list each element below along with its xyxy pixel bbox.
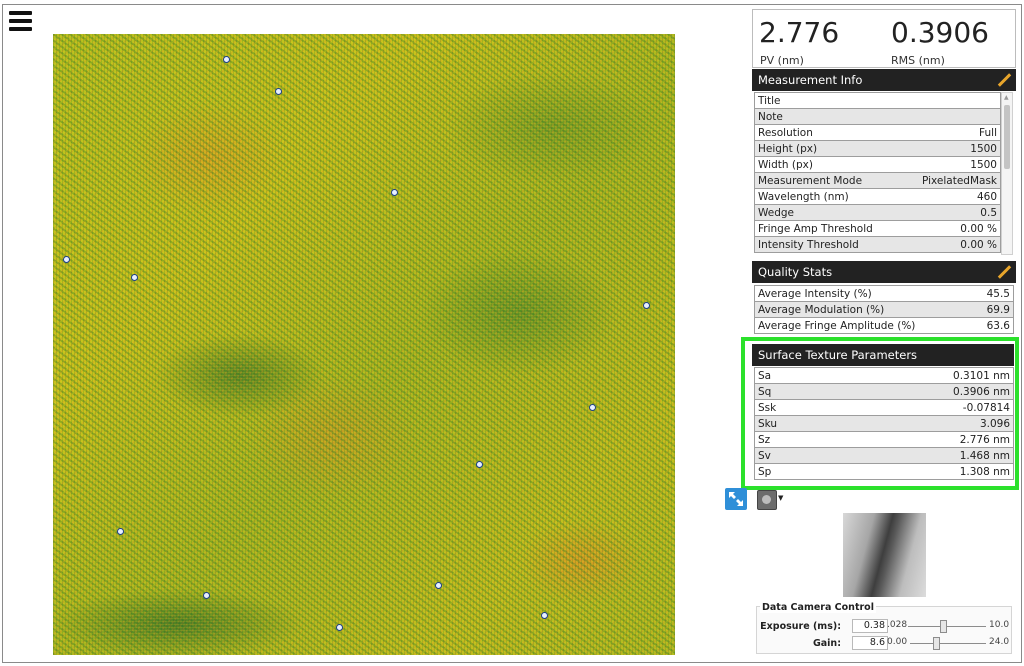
table-row: Average Modulation (%) 69.9 [755,302,1013,318]
defect-marker [203,592,210,599]
defect-marker [117,528,124,535]
table-row: Resolution Full [755,125,1000,141]
gain-slider-track[interactable] [910,643,986,644]
table-row: Width (px) 1500 [755,157,1000,173]
row-label: Measurement Mode [758,174,863,187]
table-row: Wavelength (nm) 460 [755,189,1000,205]
defect-marker [391,189,398,196]
defect-marker [476,461,483,468]
row-value: 69.9 [986,303,1010,316]
row-value: 1500 [970,142,997,155]
exposure-slider-thumb[interactable] [940,620,947,633]
row-value: Full [979,126,997,139]
summary-panel: 2.776 PV (nm) 0.3906 RMS (nm) [752,9,1016,68]
exposure-input[interactable]: 0.38 [852,619,888,633]
defect-marker [131,274,138,281]
row-value: PixelatedMask [921,174,997,187]
quality-stats-title: Quality Stats [758,265,833,279]
quality-stats-header[interactable]: Quality Stats [752,261,1016,283]
hamburger-menu-icon[interactable] [9,11,32,31]
scroll-up-icon[interactable]: ▲ [1004,94,1009,101]
expand-arrows-icon[interactable] [725,488,747,510]
chevron-down-icon[interactable]: ▼ [778,494,783,516]
row-label: Intensity Threshold [758,238,859,251]
exposure-slider-track[interactable] [908,626,986,627]
table-row: Height (px) 1500 [755,141,1000,157]
pv-label: PV (nm) [760,54,804,67]
gain-max: 24.0 [989,637,1010,647]
quality-stats-table: Average Intensity (%) 45.5 Average Modula… [754,285,1014,334]
row-label: Fringe Amp Threshold [758,222,873,235]
pencil-icon[interactable] [997,73,1011,87]
measurement-info-title: Measurement Info [758,73,863,87]
defect-marker [223,56,230,63]
gain-input[interactable]: 8.6 [852,636,888,650]
row-label: Resolution [758,126,813,139]
measurement-info-header[interactable]: Measurement Info [752,69,1016,91]
surface-texture-layer [53,34,675,655]
view-mode-icon[interactable] [757,490,777,510]
row-label: Average Modulation (%) [758,303,885,316]
table-row: Note [755,109,1000,125]
surface-texture-highlight [741,337,1019,490]
row-label: Title [758,94,781,107]
defect-marker [63,256,70,263]
exposure-min: .028 [887,620,908,630]
exposure-max: 10.0 [989,620,1010,630]
row-label: Width (px) [758,158,813,171]
defect-marker [643,302,650,309]
row-label: Average Intensity (%) [758,287,872,300]
defect-marker [541,612,548,619]
table-row: Intensity Threshold 0.00 % [755,237,1000,253]
table-row: Average Fringe Amplitude (%) 63.6 [755,318,1013,334]
table-row: Fringe Amp Threshold 0.00 % [755,221,1000,237]
pv-value: 2.776 [759,16,840,49]
row-label: Height (px) [758,142,818,155]
measurement-info-table: Title Note Resolution Full Height (px) 150… [754,92,1001,253]
table-row: Title [755,93,1000,109]
row-value: 0.5 [980,206,997,219]
row-value: 1500 [970,158,997,171]
row-value: 63.6 [986,319,1010,332]
gain-min: 0.00 [887,637,908,647]
gain-label: Gain: [812,638,841,649]
defect-marker [435,582,442,589]
scrollbar-thumb[interactable] [1004,105,1010,169]
row-value: 0.00 % [960,222,997,235]
exposure-label: Exposure (ms): [760,621,841,632]
row-label: Wavelength (nm) [758,190,849,203]
table-row: Average Intensity (%) 45.5 [755,286,1013,302]
rms-value: 0.3906 [891,16,989,49]
gain-slider-thumb[interactable] [933,637,940,650]
table-row: Measurement Mode PixelatedMask [755,173,1000,189]
camera-preview-image [843,513,926,597]
row-value: 45.5 [986,287,1010,300]
row-label: Average Fringe Amplitude (%) [758,319,916,332]
row-value: 0.00 % [960,238,997,251]
measurement-info-scrollbar[interactable]: ▲ [1001,92,1013,255]
row-label: Wedge [758,206,795,219]
row-label: Note [758,110,783,123]
defect-marker [336,624,343,631]
rms-label: RMS (nm) [891,54,945,67]
pencil-icon[interactable] [997,265,1011,279]
defect-marker [275,88,282,95]
table-row: Wedge 0.5 [755,205,1000,221]
row-value: 460 [976,190,997,203]
defect-marker [589,404,596,411]
surface-height-map[interactable] [53,34,675,655]
camera-control-title: Data Camera Control [760,602,876,613]
